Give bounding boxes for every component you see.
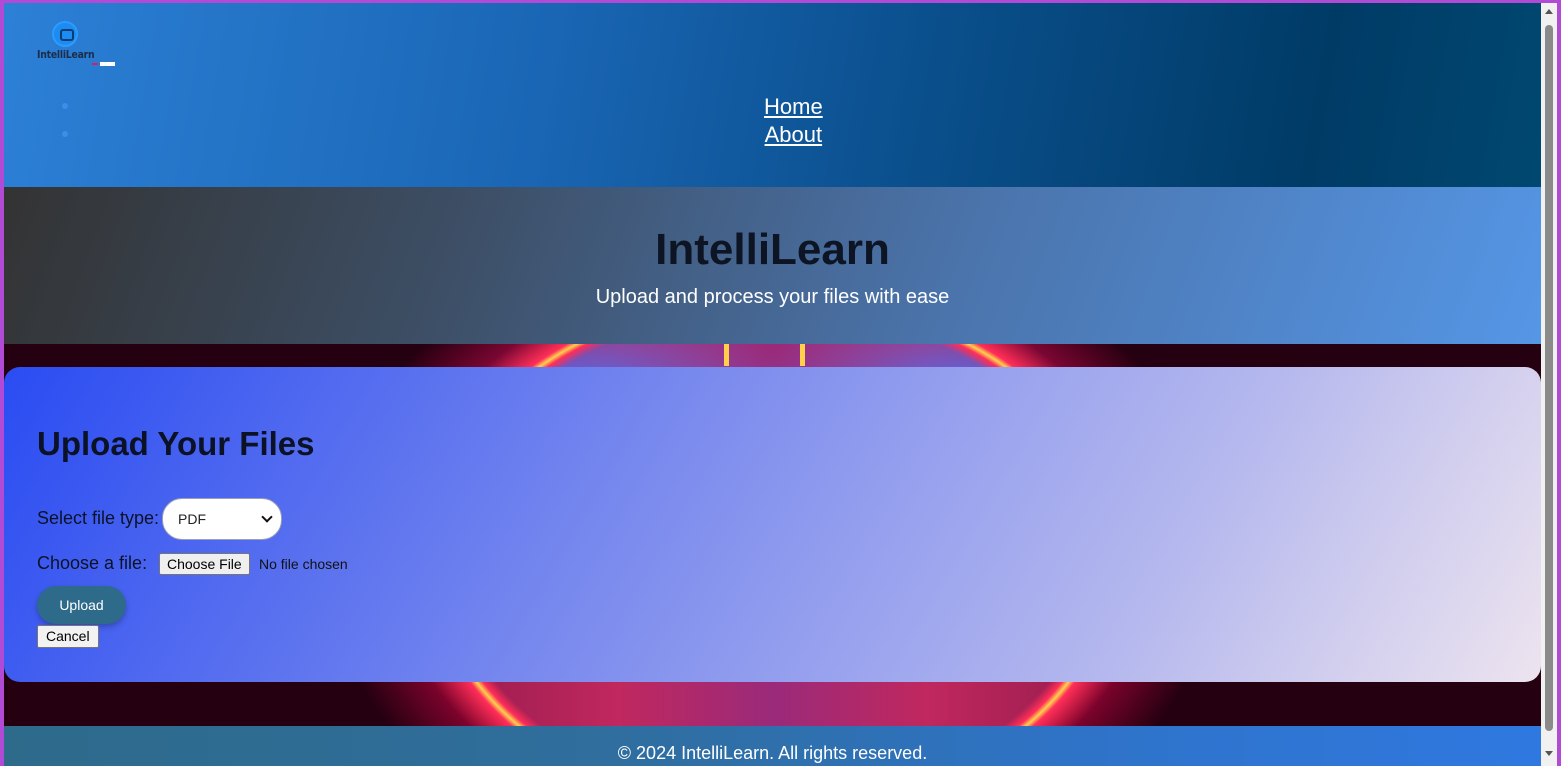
vertical-scrollbar[interactable] (1541, 3, 1557, 766)
main-nav: Home About (764, 93, 823, 149)
logo[interactable]: IntelliLearn (37, 18, 99, 66)
footer-copyright: © 2024 IntelliLearn. All rights reserved… (617, 743, 928, 763)
nav-link-home[interactable]: Home (764, 93, 823, 121)
bullet-icon (62, 131, 68, 137)
logo-underline-decoration (92, 63, 98, 65)
no-file-status: No file chosen (259, 556, 348, 572)
file-type-selected-value: PDF (178, 511, 206, 527)
bullet-icon (62, 103, 68, 109)
chevron-down-icon (261, 511, 273, 523)
upload-heading: Upload Your Files (37, 425, 315, 462)
file-type-select[interactable]: PDF (162, 498, 282, 540)
upload-card: Upload Your Files Select file type: PDF … (4, 367, 1541, 682)
background-glow-decoration (800, 344, 805, 366)
hero-title: IntelliLearn (655, 225, 890, 274)
hero-subtitle: Upload and process your files with ease (595, 286, 950, 308)
logo-underline-decoration (100, 62, 115, 66)
site-header: IntelliLearn Home About (4, 3, 1541, 187)
file-type-label: Select file type: (37, 508, 160, 528)
choose-file-button[interactable]: Choose File (159, 553, 250, 575)
logo-badge-icon (52, 21, 78, 47)
scrollbar-thumb[interactable] (1545, 25, 1553, 731)
cancel-button[interactable]: Cancel (37, 625, 99, 648)
site-footer: © 2024 IntelliLearn. All rights reserved… (4, 726, 1541, 766)
choose-file-label: Choose a file: (37, 553, 148, 573)
page-viewport: IntelliLearn Home About IntelliLearn Upl… (4, 3, 1541, 766)
scroll-up-icon[interactable] (1545, 9, 1553, 14)
logo-text: IntelliLearn (37, 48, 95, 61)
scroll-down-icon[interactable] (1545, 751, 1553, 756)
upload-button[interactable]: Upload (37, 586, 126, 624)
window-frame: IntelliLearn Home About IntelliLearn Upl… (0, 0, 1561, 766)
nav-bullets (62, 103, 68, 159)
hero-banner: IntelliLearn Upload and process your fil… (4, 187, 1541, 344)
background-glow-decoration (724, 344, 729, 366)
nav-link-about[interactable]: About (765, 121, 823, 149)
